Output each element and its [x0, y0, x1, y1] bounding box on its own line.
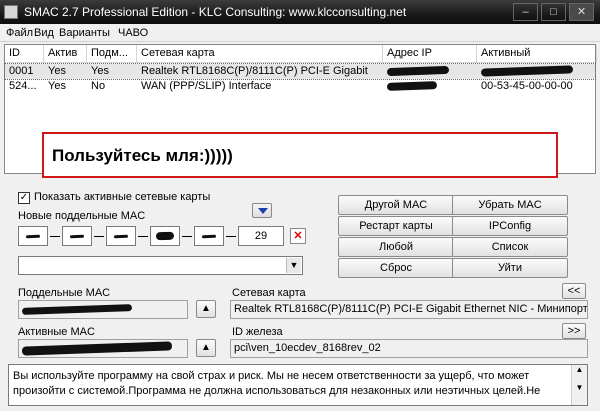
title-bar: SMAC 2.7 Professional Edition - KLC Cons… — [0, 0, 600, 24]
overlay-caption-text: Пользуйтесь мля:))))) — [52, 146, 233, 165]
spoofed-mac-up-button[interactable]: ▲ — [196, 300, 216, 318]
column-ip[interactable]: Адрес IP — [383, 45, 477, 63]
column-active[interactable]: Актив — [44, 45, 87, 63]
maximize-button[interactable]: □ — [541, 3, 566, 21]
window-title: SMAC 2.7 Professional Edition - KLC Cons… — [24, 5, 407, 19]
hardware-id-label: ID железа — [232, 326, 283, 338]
active-mac-field — [18, 339, 188, 358]
active-mac-label: Активные MAC — [18, 326, 95, 338]
spoofed-mac-field — [18, 300, 188, 319]
disclaimer-scrollbar[interactable]: ▲ ▼ — [571, 365, 587, 405]
active-mac-up-button[interactable]: ▲ — [196, 339, 216, 357]
column-id[interactable]: ID — [5, 45, 44, 63]
row-adapter: Realtek RTL8168C(P)/8111C(P) PCI-E Gigab… — [141, 65, 368, 77]
menu-faq[interactable]: ЧАВО — [118, 27, 148, 39]
menu-bar: Файл Вид Варианты ЧАВО — [0, 24, 600, 42]
row-spoofed: No — [91, 80, 106, 92]
mac-octet-5[interactable] — [194, 226, 224, 246]
row-id: 0001 — [9, 65, 34, 77]
row-id: 524... — [9, 80, 37, 92]
row-adapter: WAN (PPP/SLIP) Interface — [141, 80, 272, 92]
adapter-list-header: ID Актив Подм... Сетевая карта Адрес IP … — [5, 45, 597, 63]
prev-adapter-button[interactable]: << — [562, 283, 586, 299]
reset-button[interactable]: Сброс — [338, 258, 454, 278]
mac-combo-box[interactable]: ▼ — [18, 256, 303, 275]
mac-octet-6[interactable]: 29 — [238, 226, 284, 246]
column-active-mac[interactable]: Активный — [477, 45, 597, 63]
ipconfig-button[interactable]: IPConfig — [452, 216, 568, 236]
network-card-label: Сетевая карта — [232, 287, 306, 299]
restart-card-button[interactable]: Рестарт карты — [338, 216, 454, 236]
table-row[interactable]: 0001 Yes Yes Realtek RTL8168C(P)/8111C(P… — [4, 63, 597, 80]
app-icon — [4, 5, 18, 19]
next-adapter-button[interactable]: >> — [562, 323, 586, 339]
mac-octet-2[interactable] — [62, 226, 92, 246]
menu-options[interactable]: Варианты — [59, 27, 110, 39]
close-button[interactable]: ✕ — [569, 3, 594, 21]
row-spoofed: Yes — [91, 65, 109, 77]
mac-dropdown-button[interactable] — [252, 203, 272, 218]
menu-view[interactable]: Вид — [34, 27, 54, 39]
new-mac-label: Новые поддельные MAC — [18, 210, 146, 222]
disclaimer-box[interactable]: Вы используйте программу на свой страх и… — [8, 364, 588, 406]
row-ip-redacted — [383, 64, 477, 79]
column-spoofed[interactable]: Подм... — [87, 45, 137, 63]
random-button[interactable]: Любой — [338, 237, 454, 257]
table-row[interactable]: 524... Yes No WAN (PPP/SLIP) Interface 0… — [5, 79, 595, 94]
row-active: Yes — [48, 80, 66, 92]
hardware-id-field: pci\ven_10ecdev_8168rev_02 — [230, 339, 588, 358]
spoofed-mac-label: Поддельные MAC — [18, 287, 111, 299]
minimize-button[interactable]: – — [513, 3, 538, 21]
mac-octet-3[interactable] — [106, 226, 136, 246]
exit-button[interactable]: Уйти — [452, 258, 568, 278]
row-mac-redacted — [477, 64, 597, 79]
row-mac: 00-53-45-00-00-00 — [481, 80, 573, 92]
remove-mac-button[interactable]: Убрать MAC — [452, 195, 568, 215]
disclaimer-text: Вы используйте программу на свой страх и… — [13, 370, 541, 397]
menu-file[interactable]: Файл — [6, 27, 33, 39]
other-mac-button[interactable]: Другой MAC — [338, 195, 454, 215]
overlay-caption: Пользуйтесь мля:))))) — [42, 132, 558, 178]
show-active-checkbox[interactable]: ✓ — [18, 192, 30, 204]
clear-mac-button[interactable]: ✕ — [290, 228, 306, 244]
network-card-field: Realtek RTL8168C(P)/8111C(P) PCI-E Gigab… — [230, 300, 588, 319]
row-ip-redacted — [383, 79, 477, 94]
row-active: Yes — [48, 65, 66, 77]
chevron-down-icon[interactable]: ▼ — [286, 258, 301, 273]
mac-octet-4[interactable] — [150, 226, 180, 246]
list-button[interactable]: Список — [452, 237, 568, 257]
column-adapter[interactable]: Сетевая карта — [137, 45, 383, 63]
mac-octet-1[interactable] — [18, 226, 48, 246]
show-active-label: Показать активные сетевые карты — [34, 191, 211, 203]
